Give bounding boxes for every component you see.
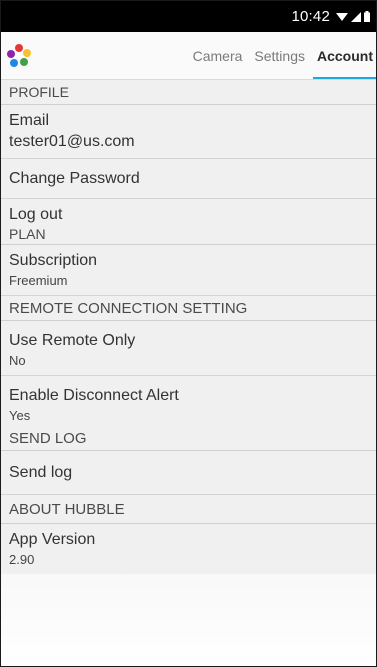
- section-send-log-header: SEND LOG: [1, 426, 376, 451]
- subscription-label: Subscription: [9, 252, 98, 269]
- tab-account[interactable]: Account: [311, 32, 376, 79]
- tab-camera[interactable]: Camera: [187, 32, 249, 79]
- tab-list: Camera Settings Account: [187, 32, 376, 79]
- email-row[interactable]: Email tester01@us.com: [1, 105, 376, 159]
- use-remote-only-row[interactable]: Use Remote Only No: [1, 321, 376, 376]
- change-password-label: Change Password: [9, 170, 140, 187]
- subscription-value: Freemium: [9, 273, 68, 288]
- section-profile-header: PROFILE: [1, 80, 376, 105]
- tab-bar: Camera Settings Account: [1, 32, 376, 80]
- status-icons: [336, 11, 370, 22]
- section-about-header: ABOUT HUBBLE: [1, 495, 376, 524]
- tab-settings[interactable]: Settings: [248, 32, 311, 79]
- send-log-row[interactable]: Send log: [1, 451, 376, 495]
- status-time: 10:42: [291, 8, 330, 25]
- email-value: tester01@us.com: [9, 133, 135, 150]
- use-remote-only-value: No: [9, 353, 26, 368]
- send-log-label: Send log: [9, 464, 73, 481]
- section-plan-header: PLAN: [1, 224, 376, 245]
- hubble-logo-icon[interactable]: [5, 43, 33, 69]
- app-version-row: App Version 2.90: [1, 524, 376, 574]
- change-password-row[interactable]: Change Password: [1, 159, 376, 199]
- disconnect-alert-value: Yes: [9, 408, 31, 423]
- app-frame: 10:42 Camera Settings Account PROFILE Em…: [0, 0, 377, 667]
- email-label: Email: [9, 112, 50, 129]
- disconnect-alert-label: Enable Disconnect Alert: [9, 387, 179, 404]
- app-version-value: 2.90: [9, 552, 35, 567]
- account-content: PROFILE Email tester01@us.com Change Pas…: [1, 80, 376, 574]
- use-remote-only-label: Use Remote Only: [9, 332, 136, 349]
- signal-icon: [351, 11, 361, 22]
- status-bar: 10:42: [1, 1, 376, 32]
- log-out-label: Log out: [9, 206, 63, 223]
- log-out-row[interactable]: Log out: [1, 199, 376, 224]
- disconnect-alert-row[interactable]: Enable Disconnect Alert Yes: [1, 376, 376, 426]
- app-version-label: App Version: [9, 531, 96, 548]
- section-remote-header: REMOTE CONNECTION SETTING: [1, 296, 376, 321]
- battery-icon: [364, 11, 370, 22]
- subscription-row[interactable]: Subscription Freemium: [1, 245, 376, 296]
- wifi-icon: [336, 12, 348, 21]
